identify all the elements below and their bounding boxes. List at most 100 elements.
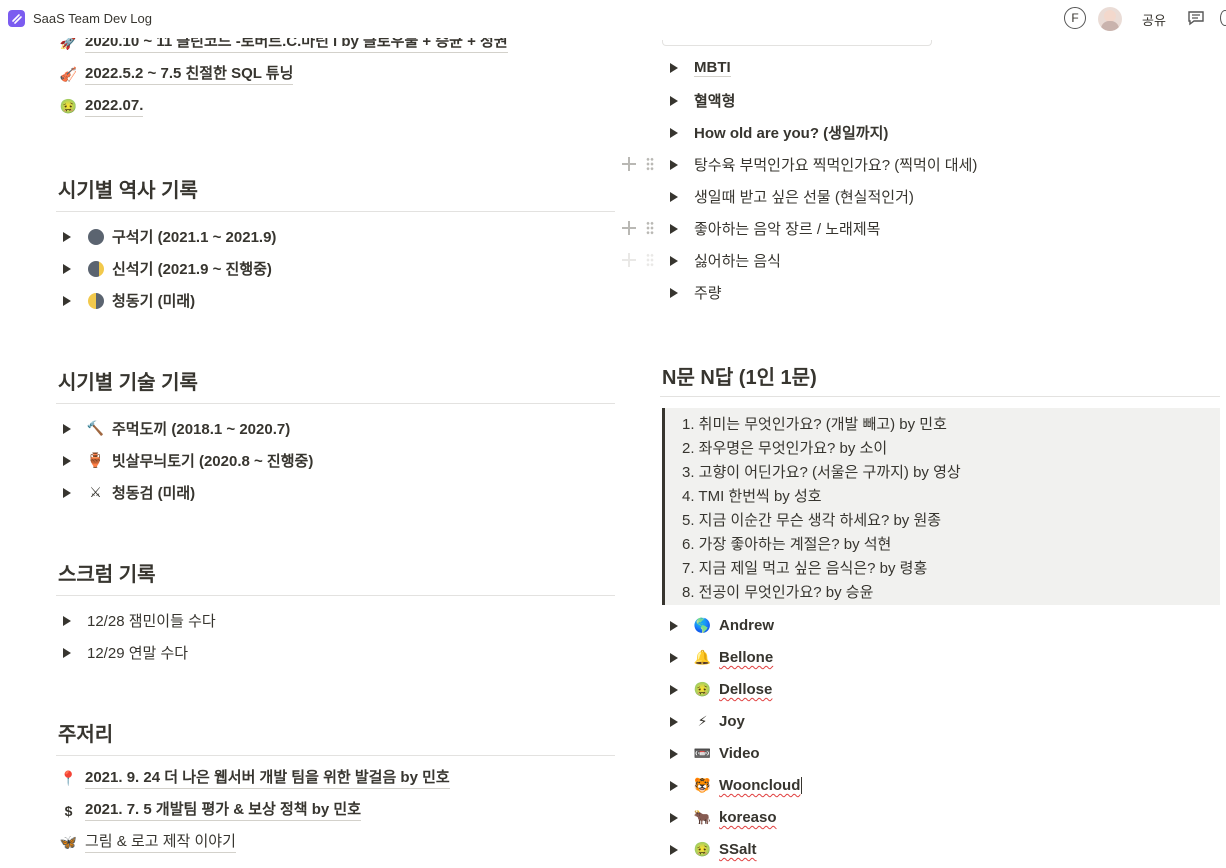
member-toggle[interactable]: 🐯 Wooncloud: [670, 777, 803, 794]
toggle-arrow-icon[interactable]: [63, 487, 71, 498]
toggle-arrow-icon[interactable]: [670, 748, 678, 759]
section-heading-scrum: 스크럼 기록: [58, 564, 156, 586]
hammer-icon: 🔨: [86, 420, 105, 436]
member-toggle[interactable]: 🌎 Andrew: [670, 617, 774, 634]
drag-handle-icon[interactable]: [646, 253, 654, 267]
drag-handle-icon[interactable]: [646, 221, 654, 235]
toggle-arrow-icon[interactable]: [670, 684, 678, 695]
toggle-label: 주량: [694, 285, 722, 302]
top-bar: SaaS Team Dev Log F 공유: [0, 0, 1226, 38]
toggle-item[interactable]: How old are you? (생일까지): [670, 122, 888, 143]
crescent-moon-icon: [87, 260, 104, 277]
link-page[interactable]: 📍 2021. 9. 24 더 나은 웹서버 개발 팀을 위한 발걸음 by 민…: [60, 768, 450, 789]
toggle-item[interactable]: 12/29 연말 수다: [63, 642, 188, 663]
toggle-label: 혈액형: [694, 93, 736, 110]
toggle-arrow-icon[interactable]: [63, 647, 71, 658]
toggle-arrow-icon[interactable]: [670, 127, 678, 138]
more-icon[interactable]: [1220, 10, 1226, 26]
drag-handle-icon[interactable]: [646, 157, 654, 171]
toggle-arrow-icon[interactable]: [63, 231, 71, 242]
embedded-block[interactable]: [662, 40, 932, 46]
link-page[interactable]: 🦋 그림 & 로고 제작 이야기: [60, 832, 236, 853]
toggle-arrow-icon[interactable]: [670, 287, 678, 298]
toggle-item[interactable]: 신석기 (2021.9 ~ 진행중): [63, 258, 272, 279]
sick-face-icon: 🤢: [693, 841, 712, 857]
share-button[interactable]: 공유: [1142, 10, 1166, 29]
toggle-arrow-icon[interactable]: [63, 455, 71, 466]
toggle-arrow-icon[interactable]: [670, 716, 678, 727]
member-toggle[interactable]: ⚡ Joy: [670, 713, 745, 730]
quote-line: 1. 취미는 무엇인가요? (개발 빼고) by 민호: [682, 416, 947, 433]
user-avatar[interactable]: F: [1064, 7, 1086, 29]
sick-face-icon: 🤢: [59, 98, 78, 114]
toggle-arrow-icon[interactable]: [670, 255, 678, 266]
toggle-item[interactable]: 🏺 빗살무늬토기 (2020.8 ~ 진행중): [63, 450, 313, 471]
globe-icon: 🌎: [693, 617, 712, 633]
member-toggle[interactable]: 📼 Video: [670, 745, 760, 762]
add-block-icon[interactable]: [622, 221, 636, 235]
toggle-label: 탕수육 부먹인가요 찍먹인가요? (찍먹이 대세): [694, 157, 978, 174]
member-toggle[interactable]: 🔔 Bellone: [670, 649, 773, 666]
quote-line: 6. 가장 좋아하는 계절은? by 석현: [682, 536, 892, 553]
link-page[interactable]: 🤢 2022.07.: [59, 96, 144, 117]
toggle-arrow-icon[interactable]: [670, 223, 678, 234]
toggle-item[interactable]: 청동기 (미래): [63, 290, 195, 311]
toggle-item[interactable]: 탕수육 부먹인가요 찍먹인가요? (찍먹이 대세): [670, 154, 977, 175]
toggle-arrow-icon[interactable]: [63, 615, 71, 626]
toggle-arrow-icon[interactable]: [670, 191, 678, 202]
violin-icon: 🎻: [59, 66, 78, 82]
app-logo-icon: [8, 10, 25, 27]
member-name: Video: [719, 745, 760, 762]
member-name[interactable]: Wooncloud: [719, 777, 803, 794]
toggle-label: 좋아하는 음악 장르 / 노래제목: [694, 221, 881, 238]
toggle-item[interactable]: ⚔ 청동검 (미래): [63, 482, 195, 503]
divider: [56, 211, 615, 212]
toggle-item[interactable]: 12/28 잼민이들 수다: [63, 610, 216, 631]
dollar-icon: $: [64, 802, 73, 819]
toggle-item[interactable]: 싫어하는 음식: [670, 250, 781, 271]
toggle-arrow-icon[interactable]: [670, 844, 678, 855]
member-toggle[interactable]: 🤢 Dellose: [670, 681, 772, 698]
link-page[interactable]: $ 2021. 7. 5 개발팀 평가 & 보상 정책 by 민호: [60, 800, 362, 821]
member-name: Bellone: [719, 649, 774, 666]
toggle-arrow-icon[interactable]: [63, 295, 71, 306]
member-avatar[interactable]: [1098, 7, 1122, 31]
link-page-title: 2022.5.2 ~ 7.5 친절한 SQL 튜닝: [85, 64, 294, 85]
member-toggle[interactable]: 🐂 koreaso: [670, 809, 777, 826]
block-handle[interactable]: [622, 221, 654, 235]
vhs-icon: 📼: [693, 745, 712, 761]
block-handle[interactable]: [622, 157, 654, 171]
app-title[interactable]: SaaS Team Dev Log: [33, 11, 152, 26]
link-page-title: 그림 & 로고 제작 이야기: [85, 832, 236, 853]
toggle-label: 신석기 (2021.9 ~ 진행중): [112, 261, 272, 278]
toggle-arrow-icon[interactable]: [670, 63, 678, 73]
member-toggle[interactable]: 🤢 SSalt: [670, 841, 757, 858]
toggle-arrow-icon[interactable]: [670, 159, 678, 170]
toggle-item[interactable]: 생일때 받고 싶은 선물 (현실적인거): [670, 186, 914, 207]
toggle-arrow-icon[interactable]: [63, 423, 71, 434]
toggle-item[interactable]: 구석기 (2021.1 ~ 2021.9): [63, 226, 276, 247]
toggle-arrow-icon[interactable]: [670, 812, 678, 823]
section-heading-qa: N문 N답 (1인 1문): [662, 367, 817, 389]
toggle-arrow-icon[interactable]: [670, 95, 678, 106]
divider: [56, 403, 615, 404]
quote-line-text: 4. TMI 한번씩 by 성호: [682, 488, 822, 505]
toggle-arrow-icon[interactable]: [670, 620, 678, 631]
tiger-icon: 🐯: [693, 777, 712, 793]
block-handle[interactable]: [622, 253, 654, 267]
toggle-label: 12/29 연말 수다: [87, 645, 189, 662]
toggle-arrow-icon[interactable]: [63, 263, 71, 274]
comment-icon[interactable]: [1187, 10, 1205, 31]
add-block-icon[interactable]: [622, 253, 636, 267]
bell-icon: 🔔: [693, 649, 712, 665]
toggle-arrow-icon[interactable]: [670, 780, 678, 791]
toggle-arrow-icon[interactable]: [670, 652, 678, 663]
add-block-icon[interactable]: [622, 157, 636, 171]
toggle-item[interactable]: 혈액형: [670, 90, 735, 111]
sick-face-icon: 🤢: [693, 681, 712, 697]
toggle-item[interactable]: 주량: [670, 282, 722, 303]
link-page[interactable]: 🎻 2022.5.2 ~ 7.5 친절한 SQL 튜닝: [59, 64, 294, 85]
toggle-item[interactable]: 🔨 주먹도끼 (2018.1 ~ 2020.7): [63, 418, 290, 439]
toggle-item[interactable]: MBTI: [670, 59, 731, 77]
toggle-item[interactable]: 좋아하는 음악 장르 / 노래제목: [670, 218, 880, 239]
